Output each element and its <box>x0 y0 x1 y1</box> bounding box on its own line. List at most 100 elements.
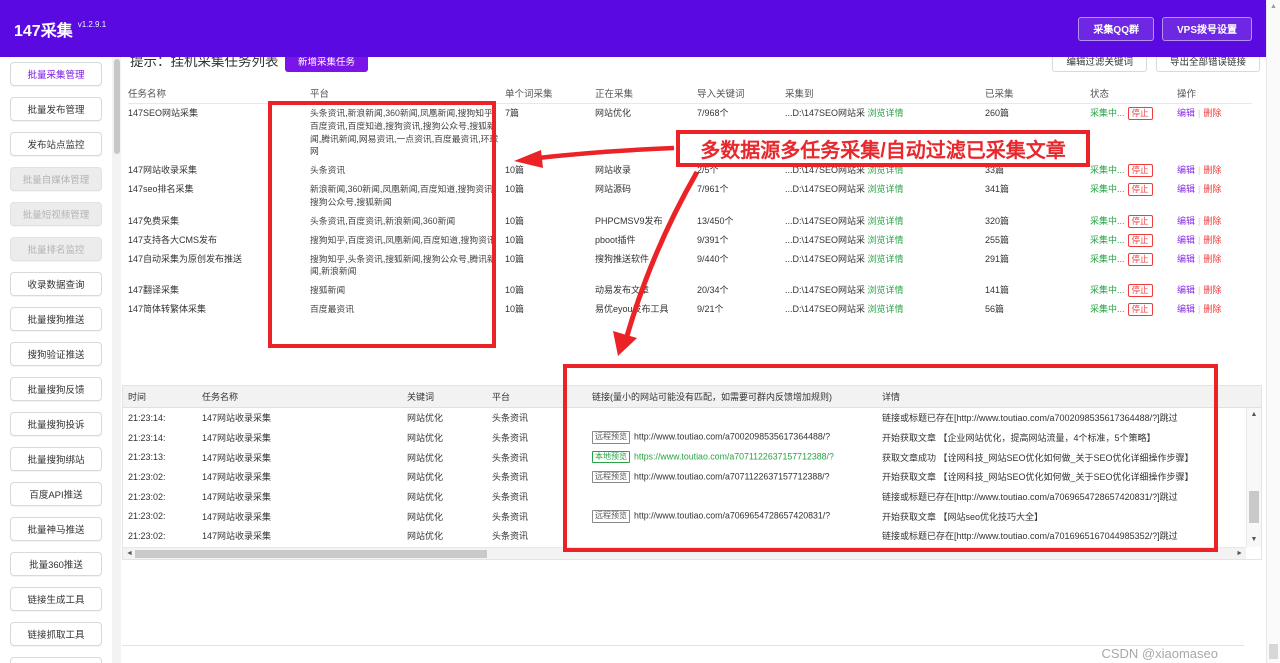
task-collecting: 网站源码 <box>595 183 697 196</box>
page-scrollbar[interactable]: ▲ <box>1266 0 1280 663</box>
edit-link[interactable]: 编辑 <box>1177 285 1195 295</box>
sidebar-scrollbar[interactable] <box>112 57 121 663</box>
sidebar-item[interactable]: 批量神马推送 <box>10 517 102 541</box>
stop-button[interactable]: 停止 <box>1128 215 1153 228</box>
preview-button[interactable]: 远程预览 <box>592 510 630 523</box>
sidebar-item[interactable]: 批量短视频管理 <box>10 202 102 226</box>
delete-link[interactable]: 删除 <box>1203 108 1221 118</box>
sidebar-scrollbar-thumb[interactable] <box>114 59 120 154</box>
stop-button[interactable]: 停止 <box>1128 303 1153 316</box>
page-scroll-thumb[interactable] <box>1269 644 1278 659</box>
sidebar-item[interactable]: 批量搜狗投诉 <box>10 412 102 436</box>
log-time: 21:23:02: <box>128 472 202 482</box>
log-panel: 时间 任务名称 关键词 平台 链接(量小的网站可能没有匹配，如需要可群内反馈增加… <box>122 385 1262 560</box>
preview-button[interactable]: 本地预览 <box>592 451 630 464</box>
log-hscroll-thumb[interactable] <box>135 550 487 558</box>
sidebar-item[interactable]: 批量采集管理 <box>10 62 102 86</box>
annotation-banner: 多数据源多任务采集/自动过滤已采集文章 <box>676 130 1090 167</box>
sidebar-item[interactable]: 批量360推送 <box>10 552 102 576</box>
stop-button[interactable]: 停止 <box>1128 107 1153 120</box>
stop-button[interactable]: 停止 <box>1128 234 1153 247</box>
sidebar-item[interactable]: 搜狗验证推送 <box>10 342 102 366</box>
scroll-down-icon[interactable]: ▼ <box>1247 535 1261 545</box>
vps-dial-settings-button[interactable]: VPS拨号设置 <box>1162 17 1252 41</box>
task-collecting: 搜狗推送软件 <box>595 253 697 266</box>
log-col-platform: 平台 <box>492 390 592 403</box>
sidebar-item[interactable]: 链接生成工具 <box>10 587 102 611</box>
log-row: 21:23:02: 147网站收录采集 网站优化 头条资讯 远程预览http:/… <box>123 506 1261 526</box>
task-collected-count: 255篇 <box>985 234 1090 247</box>
delete-link[interactable]: 删除 <box>1203 165 1221 175</box>
task-collected-count: 320篇 <box>985 215 1090 228</box>
log-vscroll-thumb[interactable] <box>1249 491 1259 523</box>
task-status: 采集中...停止 <box>1090 107 1177 120</box>
log-keyword: 网站优化 <box>407 529 492 542</box>
browse-detail-link[interactable]: 浏览详情 <box>868 216 904 226</box>
delete-link[interactable]: 删除 <box>1203 285 1221 295</box>
stop-button[interactable]: 停止 <box>1128 284 1153 297</box>
edit-link[interactable]: 编辑 <box>1177 184 1195 194</box>
preview-button[interactable]: 远程预览 <box>592 471 630 484</box>
delete-link[interactable]: 删除 <box>1203 235 1221 245</box>
qq-group-button[interactable]: 采集QQ群 <box>1078 17 1154 41</box>
scroll-right-icon[interactable]: ► <box>1236 548 1243 560</box>
sidebar-item[interactable]: 收录数据查询 <box>10 272 102 296</box>
log-horizontal-scrollbar[interactable]: ◄ ► <box>123 547 1246 559</box>
delete-link[interactable]: 删除 <box>1203 254 1221 264</box>
log-vertical-scrollbar[interactable]: ▲ ▼ <box>1246 408 1261 547</box>
stop-button[interactable]: 停止 <box>1128 253 1153 266</box>
browse-detail-link[interactable]: 浏览详情 <box>868 108 904 118</box>
edit-link[interactable]: 编辑 <box>1177 304 1195 314</box>
browse-detail-link[interactable]: 浏览详情 <box>868 254 904 264</box>
log-time: 21:23:02: <box>128 511 202 521</box>
browse-detail-link[interactable]: 浏览详情 <box>868 304 904 314</box>
sidebar-item[interactable]: 批量发布管理 <box>10 97 102 121</box>
task-platforms: 搜狗知乎,头条资讯,搜狐新闻,搜狗公众号,腾讯新闻,新浪新闻 <box>310 253 505 279</box>
saved-path: ...D:\147SEO网站采 <box>785 285 865 295</box>
scroll-left-icon[interactable]: ◄ <box>126 548 133 560</box>
task-import-keywords: 20/34个 <box>697 284 785 297</box>
top-bar: 147采集 v1.2.9.1 采集QQ群 VPS拨号设置 <box>0 0 1266 57</box>
edit-link[interactable]: 编辑 <box>1177 108 1195 118</box>
status-running-label: 采集中... <box>1090 304 1125 314</box>
delete-link[interactable]: 删除 <box>1203 304 1221 314</box>
delete-link[interactable]: 删除 <box>1203 216 1221 226</box>
task-per-word: 10篇 <box>505 303 595 316</box>
topbar-actions: 采集QQ群 VPS拨号设置 <box>1078 17 1252 41</box>
sidebar-item[interactable]: 发布站点监控 <box>10 132 102 156</box>
log-table-body: 21:23:14: 147网站收录采集 网站优化 头条资讯 链接或标题已存在[h… <box>123 408 1261 546</box>
task-per-word: 10篇 <box>505 284 595 297</box>
delete-link[interactable]: 删除 <box>1203 184 1221 194</box>
log-task-name: 147网站收录采集 <box>202 451 407 464</box>
browse-detail-link[interactable]: 浏览详情 <box>868 235 904 245</box>
page-scroll-up-icon[interactable]: ▲ <box>1267 3 1280 10</box>
sidebar-item[interactable]: 伪原创工具 <box>10 657 102 663</box>
stop-button[interactable]: 停止 <box>1128 164 1153 177</box>
log-time: 21:23:14: <box>128 433 202 443</box>
browse-detail-link[interactable]: 浏览详情 <box>868 184 904 194</box>
sidebar-item[interactable]: 批量搜狗反馈 <box>10 377 102 401</box>
edit-link[interactable]: 编辑 <box>1177 254 1195 264</box>
edit-link[interactable]: 编辑 <box>1177 165 1195 175</box>
log-task-name: 147网站收录采集 <box>202 470 407 483</box>
edit-link[interactable]: 编辑 <box>1177 235 1195 245</box>
task-name: 147SEO网站采集 <box>128 107 310 120</box>
sidebar-item[interactable]: 批量搜狗绑站 <box>10 447 102 471</box>
task-saved-to: ...D:\147SEO网站采 浏览详情 <box>785 215 985 228</box>
log-task-name: 147网站收录采集 <box>202 510 407 523</box>
preview-button[interactable]: 远程预览 <box>592 431 630 444</box>
task-platforms: 头条资讯,百度资讯,新浪新闻,360新闻 <box>310 215 505 228</box>
task-ops: 编辑|删除 <box>1177 234 1252 247</box>
task-name: 147seo排名采集 <box>128 183 310 196</box>
sidebar-item[interactable]: 百度API推送 <box>10 482 102 506</box>
sidebar-item[interactable]: 批量搜狗推送 <box>10 307 102 331</box>
browse-detail-link[interactable]: 浏览详情 <box>868 285 904 295</box>
sidebar-item[interactable]: 链接抓取工具 <box>10 622 102 646</box>
edit-link[interactable]: 编辑 <box>1177 216 1195 226</box>
scroll-up-icon[interactable]: ▲ <box>1247 410 1261 420</box>
sidebar-item[interactable]: 批量自媒体管理 <box>10 167 102 191</box>
task-ops: 编辑|删除 <box>1177 164 1252 177</box>
sidebar-item[interactable]: 批量排名监控 <box>10 237 102 261</box>
table-row: 147自动采集为原创发布推送 搜狗知乎,头条资讯,搜狐新闻,搜狗公众号,腾讯新闻… <box>128 250 1252 282</box>
stop-button[interactable]: 停止 <box>1128 183 1153 196</box>
